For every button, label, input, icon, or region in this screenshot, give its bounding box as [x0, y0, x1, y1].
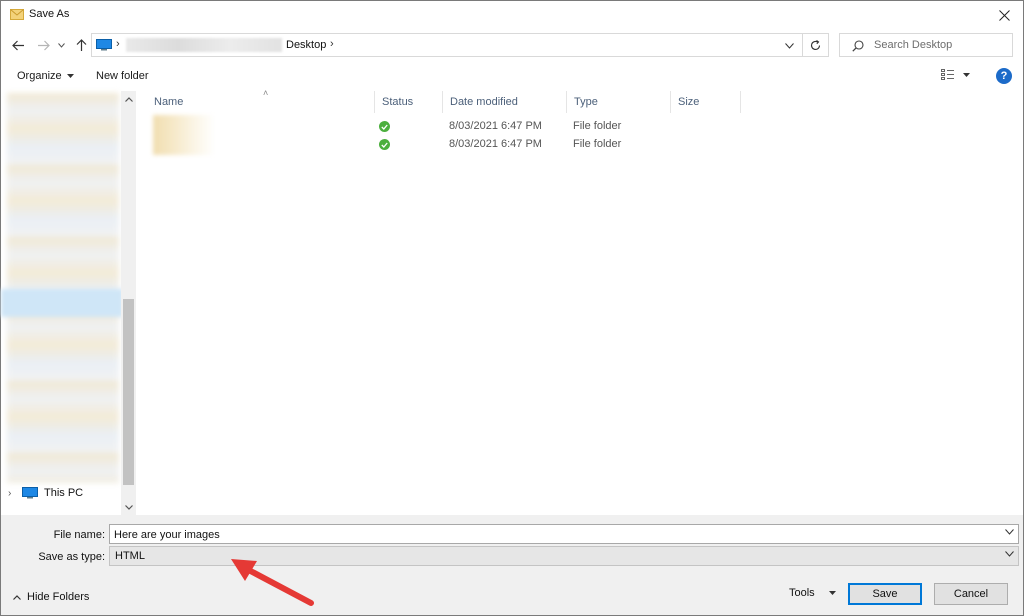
command-bar: Organize New folder ? [1, 63, 1023, 91]
close-icon [998, 9, 1010, 21]
annotation-arrow-icon [231, 559, 314, 606]
chevron-down-icon [57, 42, 65, 48]
column-header-label: Status [382, 96, 414, 108]
save-as-type-value: HTML [115, 550, 145, 562]
column-header-label: Size [678, 96, 700, 108]
column-header-label: Name [154, 96, 184, 108]
scroll-down-button[interactable] [121, 499, 136, 515]
navigation-items-redacted [7, 93, 119, 483]
breadcrumb-separator: › [330, 38, 334, 50]
back-button[interactable] [8, 35, 28, 55]
file-name-input[interactable] [114, 527, 994, 542]
chevron-down-icon [785, 43, 794, 49]
arrow-left-icon [11, 40, 24, 50]
save-as-type-label: Save as type: [38, 551, 105, 563]
envelope-icon [10, 9, 24, 20]
caret-down-icon [963, 72, 970, 77]
address-bar[interactable]: › Desktop › [91, 33, 803, 57]
scroll-up-button[interactable] [121, 91, 136, 107]
title-bar: Save As [1, 1, 1023, 29]
arrow-up-icon [76, 38, 86, 51]
details-view-icon [941, 69, 954, 80]
computer-icon [96, 39, 112, 51]
breadcrumb-desktop[interactable]: Desktop [286, 39, 326, 51]
breadcrumb-redacted [126, 38, 282, 52]
arrow-right-icon [37, 40, 50, 50]
cell-type: File folder [573, 138, 622, 150]
chevron-down-icon [124, 504, 133, 510]
column-header-size[interactable]: Size [671, 91, 741, 113]
cell-date-modified: 8/03/2021 6:47 PM [449, 120, 542, 132]
save-as-dialog: Save As › Desktop › Search Desktop Organ… [0, 0, 1024, 616]
up-button[interactable] [71, 35, 91, 55]
change-view-button[interactable] [941, 69, 970, 80]
refresh-icon [810, 39, 821, 50]
column-header-date-modified[interactable]: Date modified [443, 91, 567, 113]
cancel-label: Cancel [953, 588, 989, 600]
chevron-right-icon: › [8, 487, 12, 499]
sort-ascending-icon: ˄ [263, 88, 269, 98]
save-label: Save [872, 588, 898, 600]
table-row[interactable]: 8/03/2021 6:47 PM File folder [141, 118, 741, 136]
tools-label: Tools [789, 587, 815, 599]
chevron-up-icon [13, 594, 21, 600]
forward-button[interactable] [33, 35, 53, 55]
breadcrumb-separator: › [116, 38, 120, 50]
address-history-dropdown[interactable] [785, 40, 794, 52]
tools-button[interactable]: Tools [789, 587, 836, 599]
file-name-combobox[interactable] [109, 524, 1019, 544]
column-header-status[interactable]: Status [375, 91, 443, 113]
address-row: › Desktop › [1, 29, 1023, 63]
chevron-up-icon [124, 96, 133, 102]
hide-folders-label: Hide Folders [27, 591, 90, 603]
recent-locations-button[interactable] [54, 35, 68, 55]
hide-folders-button[interactable]: Hide Folders [13, 591, 89, 603]
refresh-button[interactable] [803, 33, 829, 57]
close-button[interactable] [989, 3, 1019, 27]
cell-type: File folder [573, 120, 622, 132]
navigation-selected-item[interactable] [1, 289, 123, 317]
nav-item-label: This PC [44, 487, 84, 499]
navigation-pane: › This PC [1, 91, 136, 515]
file-list: ˄ Name Status Date modified Type Size 8/… [141, 88, 1023, 515]
search-icon [852, 40, 864, 52]
sync-ok-icon [379, 121, 390, 132]
nav-item-this-pc[interactable]: › This PC [8, 487, 83, 499]
help-icon: ? [1000, 70, 1008, 82]
organize-label: Organize [17, 70, 62, 82]
window-title: Save As [29, 8, 70, 20]
organize-button[interactable]: Organize [17, 70, 74, 82]
navigation-scrollbar[interactable] [121, 91, 136, 515]
new-folder-label: New folder [96, 70, 149, 82]
cell-date-modified: 8/03/2021 6:47 PM [449, 138, 542, 150]
caret-down-icon [66, 74, 74, 78]
search-box[interactable] [839, 33, 1013, 57]
chevron-down-icon[interactable] [1005, 529, 1014, 535]
cancel-button[interactable]: Cancel [934, 583, 1008, 605]
help-button[interactable]: ? [996, 68, 1012, 84]
caret-down-icon [828, 591, 836, 595]
sync-ok-icon [379, 139, 390, 150]
column-header-label: Type [574, 96, 598, 108]
search-input[interactable] [874, 37, 1006, 53]
save-button[interactable]: Save [848, 583, 922, 605]
scroll-thumb[interactable] [123, 299, 134, 485]
table-row[interactable]: 8/03/2021 6:47 PM File folder [141, 136, 741, 154]
column-header-type[interactable]: Type [567, 91, 671, 113]
computer-icon [22, 487, 38, 499]
save-options-panel: File name: Save as type: HTML Hide Folde… [1, 515, 1023, 615]
chevron-down-icon [1005, 551, 1014, 557]
file-name-label: File name: [53, 529, 105, 541]
column-header-name[interactable]: ˄ Name [147, 88, 375, 113]
column-header-label: Date modified [450, 96, 518, 108]
new-folder-button[interactable]: New folder [96, 70, 149, 82]
